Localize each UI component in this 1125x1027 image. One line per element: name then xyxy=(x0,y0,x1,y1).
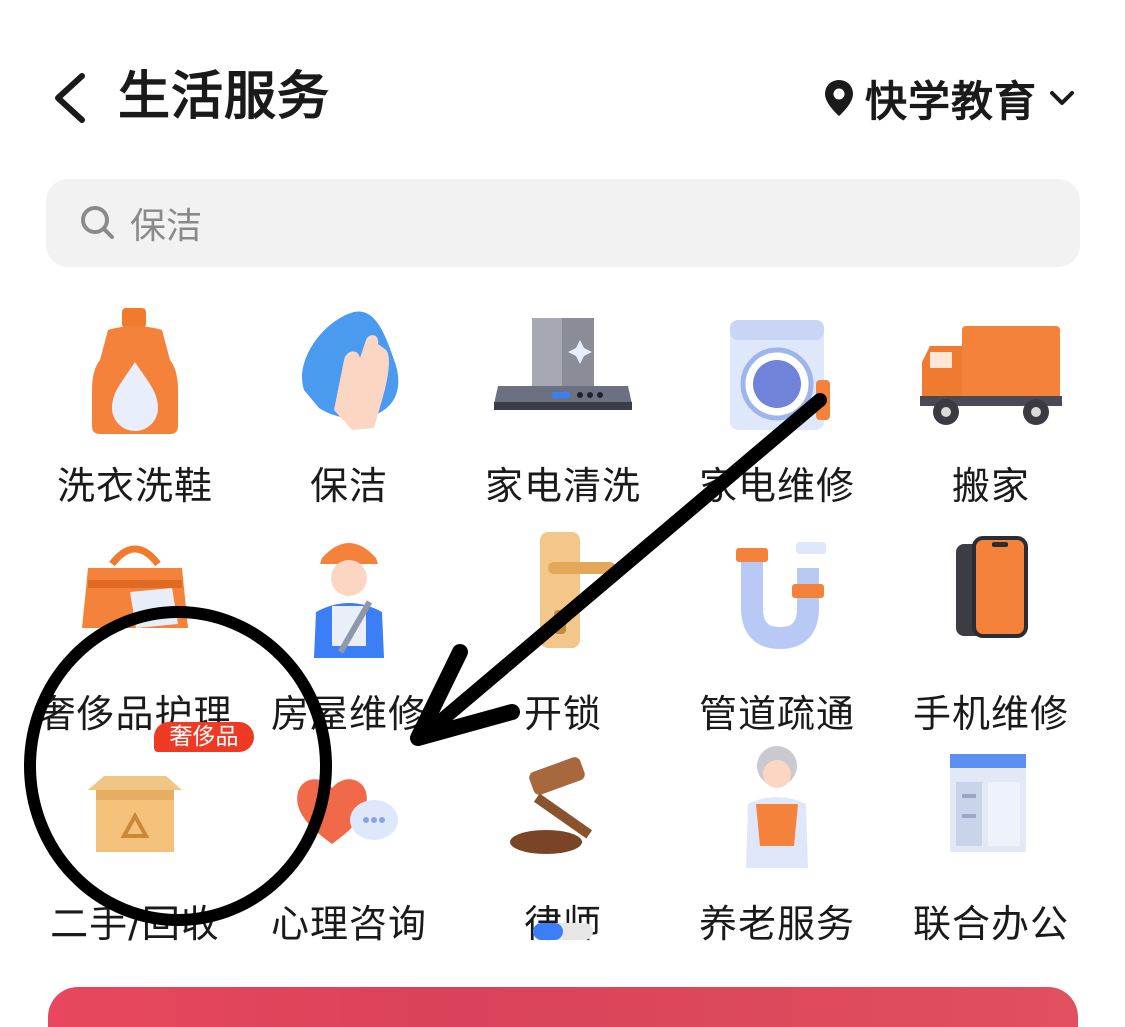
service-item-counseling[interactable]: 心理咨询 xyxy=(242,738,456,948)
repair-worker-icon xyxy=(314,543,384,658)
service-item-locksmith[interactable]: 开锁 xyxy=(456,528,670,738)
service-item-second-hand[interactable]: 二手/回收 xyxy=(28,738,242,948)
search-icon xyxy=(81,206,114,239)
service-item-elderly-care[interactable]: 养老服务 xyxy=(670,738,884,948)
location-pin-icon xyxy=(824,80,853,116)
recycle-box-icon xyxy=(88,776,182,852)
header: 生活服务 快学教育 xyxy=(0,0,1125,180)
office-desk-icon xyxy=(950,754,1026,852)
service-item-luxury-care[interactable]: 奢侈品护理 xyxy=(28,528,242,738)
detergent-bottle-icon xyxy=(92,308,178,434)
page-title: 生活服务 xyxy=(118,67,331,127)
washing-machine-icon xyxy=(730,320,830,430)
service-label: 联合办公 xyxy=(912,902,1069,946)
cleaning-cloth-icon xyxy=(302,311,399,430)
search-placeholder: 保洁 xyxy=(130,206,203,247)
service-item-phone-repair[interactable]: 手机维修 xyxy=(884,528,1098,738)
handbag-icon xyxy=(82,545,188,628)
luxury-badge: 奢侈品 xyxy=(154,722,254,752)
chevron-down-icon xyxy=(1050,91,1074,105)
service-item-moving[interactable]: 搬家 xyxy=(884,300,1098,510)
service-item-appliance-repair[interactable]: 家电维修 xyxy=(670,300,884,510)
service-item-lawyer[interactable]: 律师 xyxy=(456,738,670,948)
location-label: 快学教育 xyxy=(864,76,1037,126)
search-bar[interactable]: 保洁 xyxy=(46,179,1080,267)
page-indicator xyxy=(533,923,593,940)
page-indicator-active xyxy=(533,923,563,940)
gavel-icon xyxy=(510,757,593,854)
service-item-coworking[interactable]: 联合办公 xyxy=(884,738,1098,948)
service-label: 手机维修 xyxy=(912,692,1069,736)
service-label: 搬家 xyxy=(951,464,1030,508)
elderly-person-icon xyxy=(746,746,808,868)
service-item-appliance-cleaning[interactable]: 家电清洗 xyxy=(456,300,670,510)
heart-chat-icon xyxy=(297,779,398,844)
pipe-icon xyxy=(736,542,826,650)
service-item-cleaning[interactable]: 保洁 xyxy=(242,300,456,510)
promo-banner[interactable] xyxy=(48,987,1078,1027)
service-item-pipe-cleaning[interactable]: 管道疏通 xyxy=(670,528,884,738)
range-hood-icon xyxy=(494,318,632,410)
back-arrow-icon[interactable] xyxy=(48,70,98,126)
moving-truck-icon xyxy=(920,326,1062,425)
service-item-home-repair[interactable]: 房屋维修 xyxy=(242,528,456,738)
smartphone-icon xyxy=(956,536,1028,638)
location-selector[interactable]: 快学教育 xyxy=(823,64,1075,132)
door-lock-icon xyxy=(540,532,616,648)
service-item-laundry[interactable]: 洗衣洗鞋 xyxy=(28,300,242,510)
